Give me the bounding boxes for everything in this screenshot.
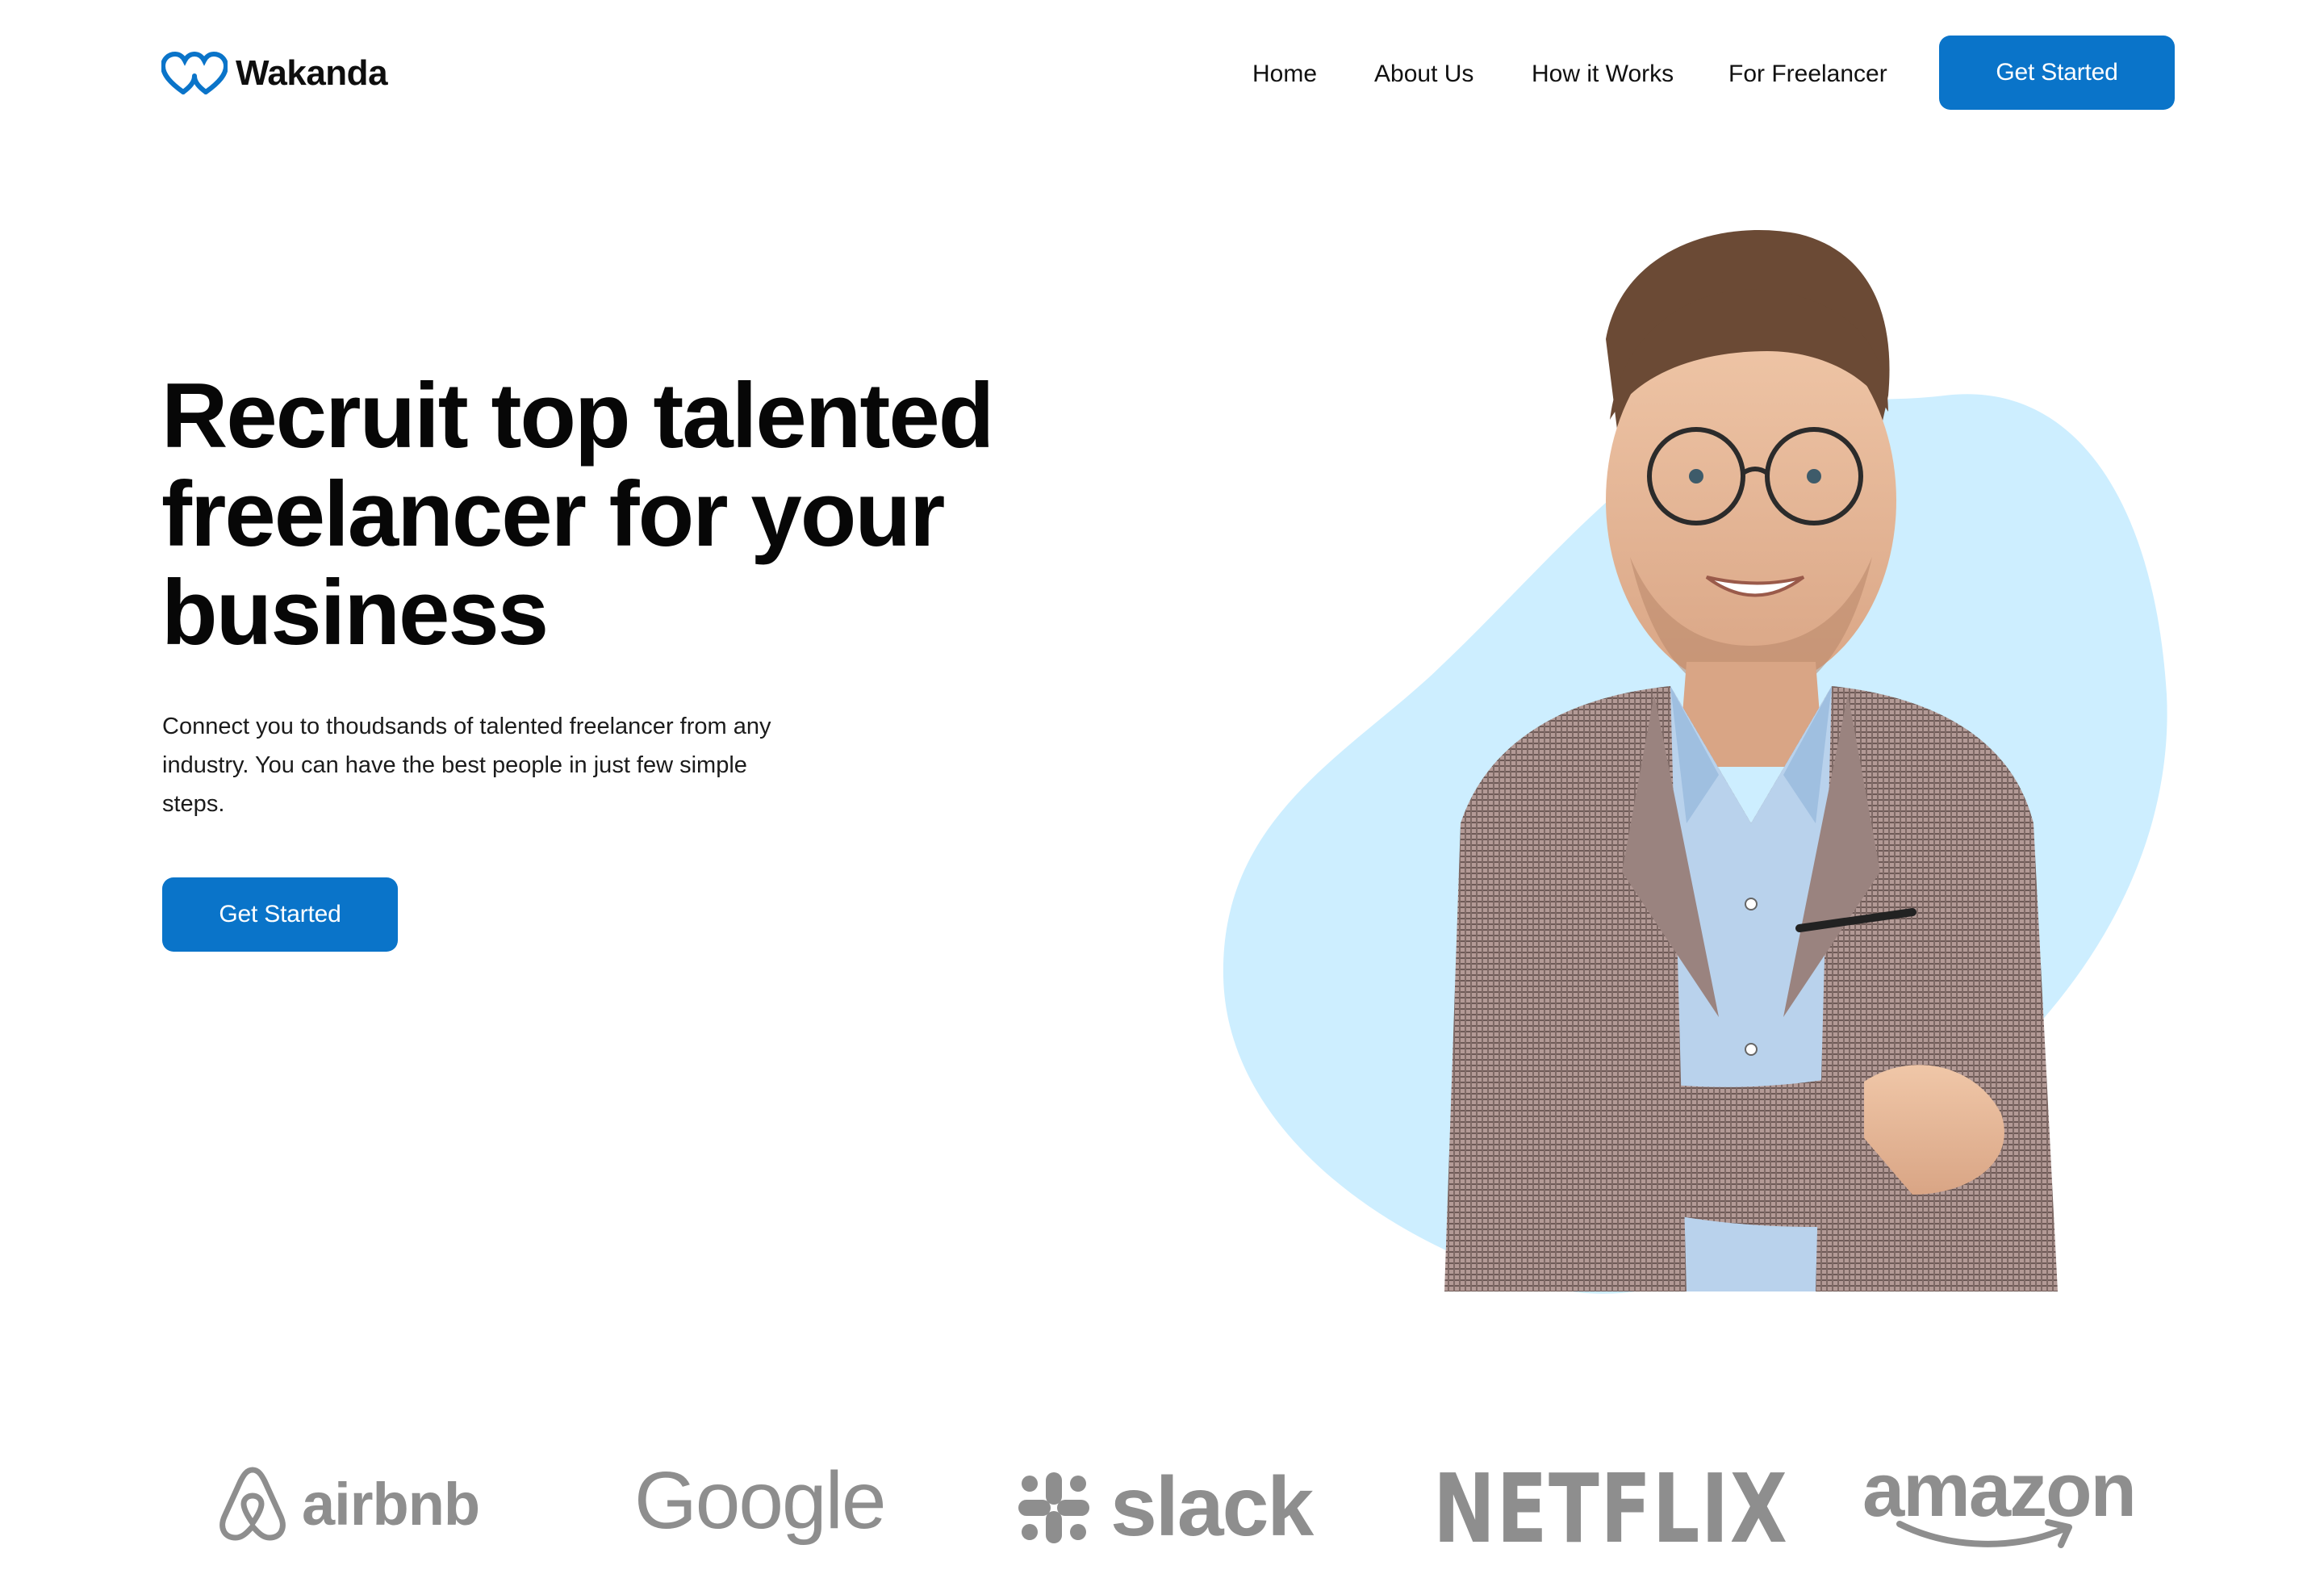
brand-logo[interactable]: Wakanda <box>161 50 388 97</box>
airbnb-belo-icon <box>219 1467 286 1541</box>
google-wordmark: Google <box>634 1455 886 1546</box>
nav-about-us[interactable]: About Us <box>1374 58 1473 90</box>
airbnb-logo: airbnb <box>216 1465 480 1543</box>
hero-title: Recruit top talented freelancer for your… <box>161 367 1130 663</box>
slack-wordmark: slack <box>1110 1460 1314 1554</box>
site-header: Wakanda Home About Us How it Works For F… <box>0 0 2324 145</box>
netflix-logo: NETFLIX <box>1433 1453 1788 1564</box>
amazon-smile-icon <box>1896 1519 2072 1548</box>
airbnb-wordmark: airbnb <box>302 1470 480 1538</box>
hero-get-started-button[interactable]: Get Started <box>162 877 398 952</box>
hero-title-line-3: business <box>161 562 549 664</box>
freelancer-portrait-illustration <box>1223 230 2167 1294</box>
header-get-started-button[interactable]: Get Started <box>1939 36 2175 110</box>
landing-page: Wakanda Home About Us How it Works For F… <box>0 0 2324 1595</box>
double-heart-logo-icon <box>161 52 228 94</box>
nav-for-freelancer[interactable]: For Freelancer <box>1728 58 1887 90</box>
hero-title-line-1: Recruit top talented <box>161 365 994 467</box>
nav-how-it-works[interactable]: How it Works <box>1532 58 1674 90</box>
nav-home[interactable]: Home <box>1252 58 1317 90</box>
hero-image <box>1202 210 2187 1316</box>
hero-title-line-2: freelancer for your <box>161 463 945 566</box>
client-logos: airbnb Google slack NETFLIX amazon <box>0 1437 2324 1564</box>
hero-subtitle: Connect you to thoudsands of talented fr… <box>162 714 771 817</box>
slack-logo: slack <box>1015 1459 1314 1555</box>
netflix-wordmark: NETFLIX <box>1433 1453 1789 1564</box>
google-logo: Google <box>634 1455 886 1547</box>
brand-name: Wakanda <box>236 53 388 93</box>
amazon-logo: amazon <box>1862 1446 2137 1550</box>
slack-hash-icon <box>1018 1472 1089 1543</box>
